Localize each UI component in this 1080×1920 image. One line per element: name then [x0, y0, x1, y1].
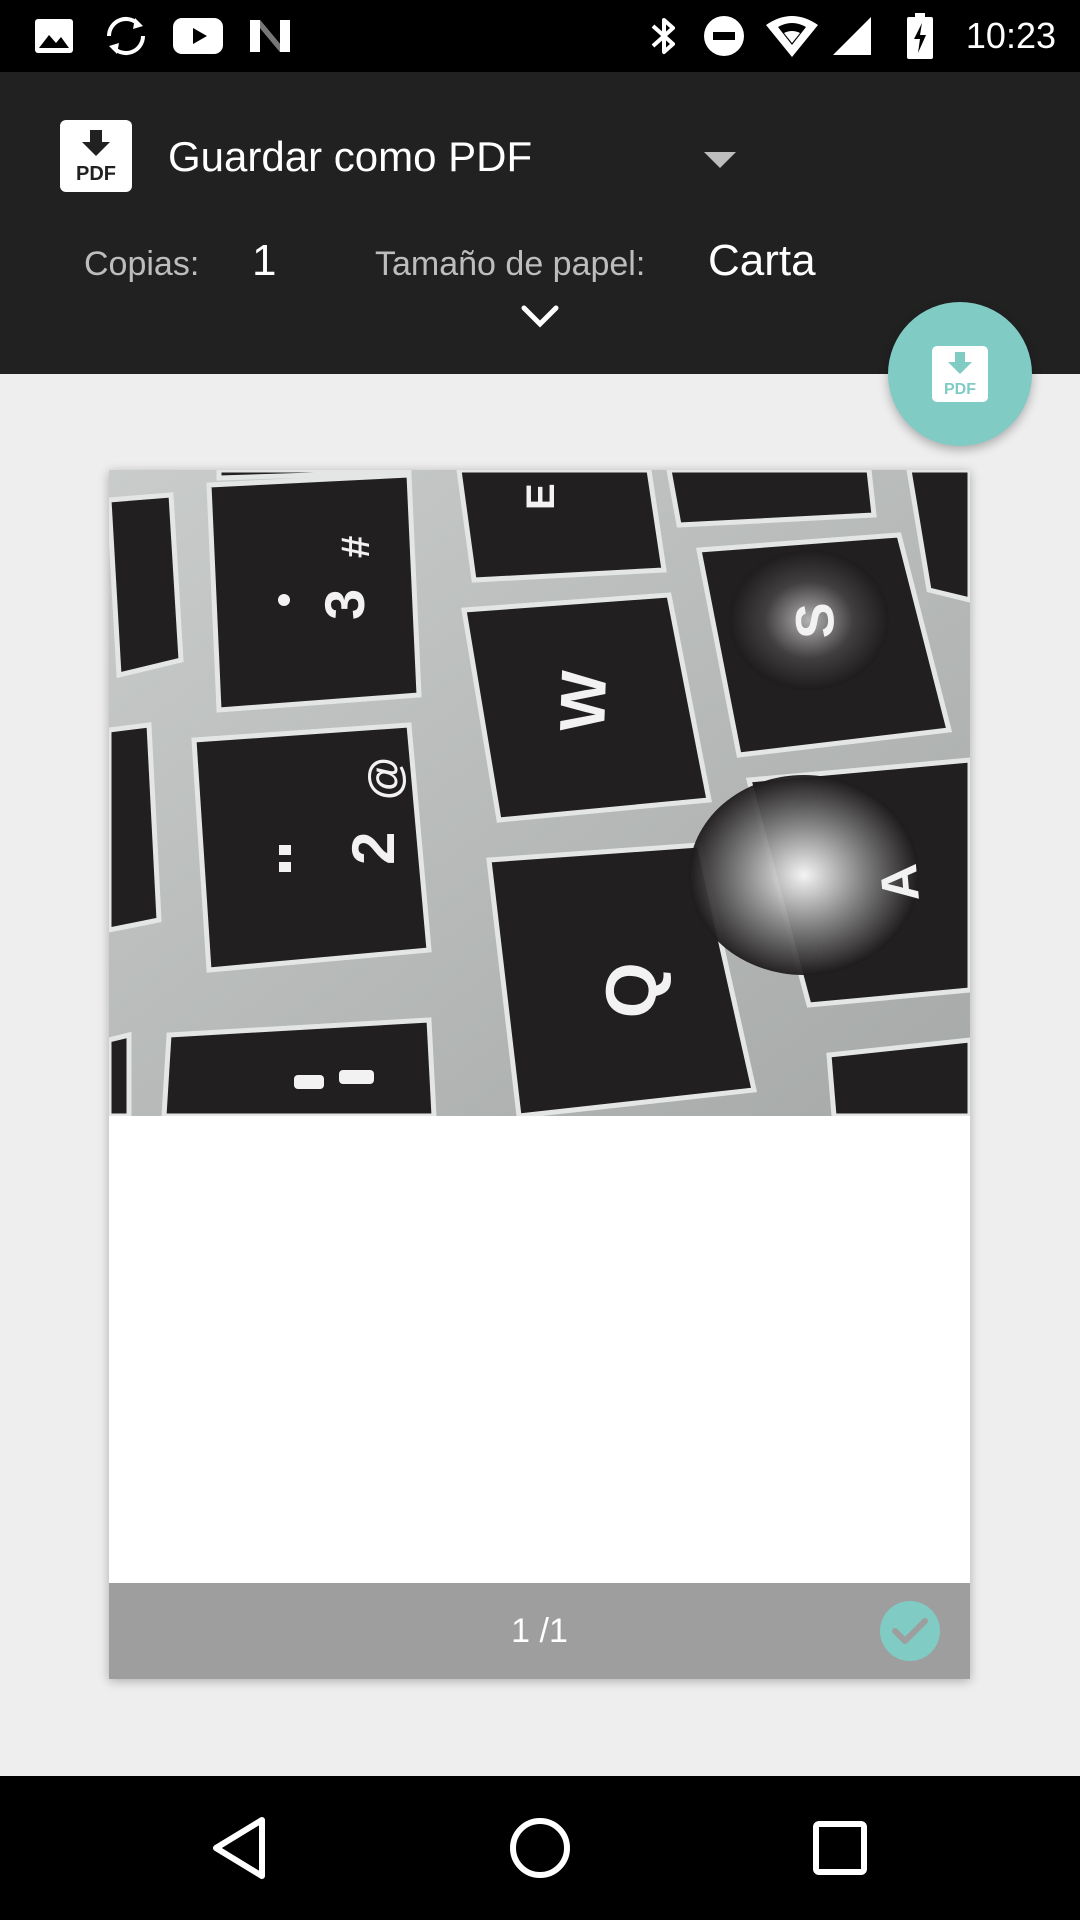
svg-text:3: 3	[313, 589, 376, 620]
clock: 10:23	[965, 15, 1056, 56]
n-icon	[246, 14, 294, 58]
keyboard-photo: 3 # E S W 2 @ A Q	[109, 470, 970, 1116]
recents-icon[interactable]	[800, 1808, 880, 1888]
printer-selector[interactable]: Guardar como PDF	[168, 132, 532, 182]
paper-size-label: Tamaño de papel:	[375, 245, 646, 283]
copies-label: Copias:	[84, 245, 200, 283]
svg-text:#: #	[334, 536, 378, 558]
page-number: 1 /1	[511, 1612, 568, 1650]
paper-size-value[interactable]: Carta	[708, 236, 816, 286]
page-selected-check-icon[interactable]	[880, 1601, 940, 1661]
page-footer: 1 /1	[109, 1583, 970, 1679]
pdf-download-icon: PDF	[932, 346, 988, 402]
dropdown-arrow-icon[interactable]	[704, 150, 736, 170]
svg-text:W: W	[546, 669, 620, 732]
svg-text:PDF: PDF	[944, 381, 976, 398]
status-bar: 10:23	[0, 0, 1080, 72]
copies-value[interactable]: 1	[252, 236, 276, 286]
svg-text:Q: Q	[590, 960, 674, 1021]
navigation-bar	[0, 1776, 1080, 1920]
signal-icon	[830, 14, 874, 58]
image-icon	[32, 14, 76, 58]
svg-text:PDF: PDF	[76, 163, 116, 185]
svg-text:2: 2	[340, 832, 407, 865]
svg-text:A: A	[870, 862, 931, 904]
save-pdf-button[interactable]: PDF	[888, 302, 1032, 446]
wifi-icon	[764, 14, 820, 58]
svg-text:S: S	[785, 602, 846, 640]
home-icon[interactable]	[500, 1808, 580, 1888]
pdf-printer-icon: PDF	[60, 120, 132, 192]
do-not-disturb-icon	[702, 14, 746, 58]
expand-options-chevron-icon[interactable]	[520, 304, 560, 330]
youtube-icon	[172, 14, 224, 58]
svg-text:E: E	[519, 483, 563, 510]
bluetooth-icon	[646, 14, 682, 58]
sync-icon	[100, 14, 152, 58]
battery-charging-icon	[904, 13, 936, 59]
svg-text:@: @	[360, 757, 409, 800]
back-icon[interactable]	[200, 1808, 280, 1888]
print-preview-page[interactable]: 3 # E S W 2 @ A Q 1 /1	[109, 470, 970, 1679]
